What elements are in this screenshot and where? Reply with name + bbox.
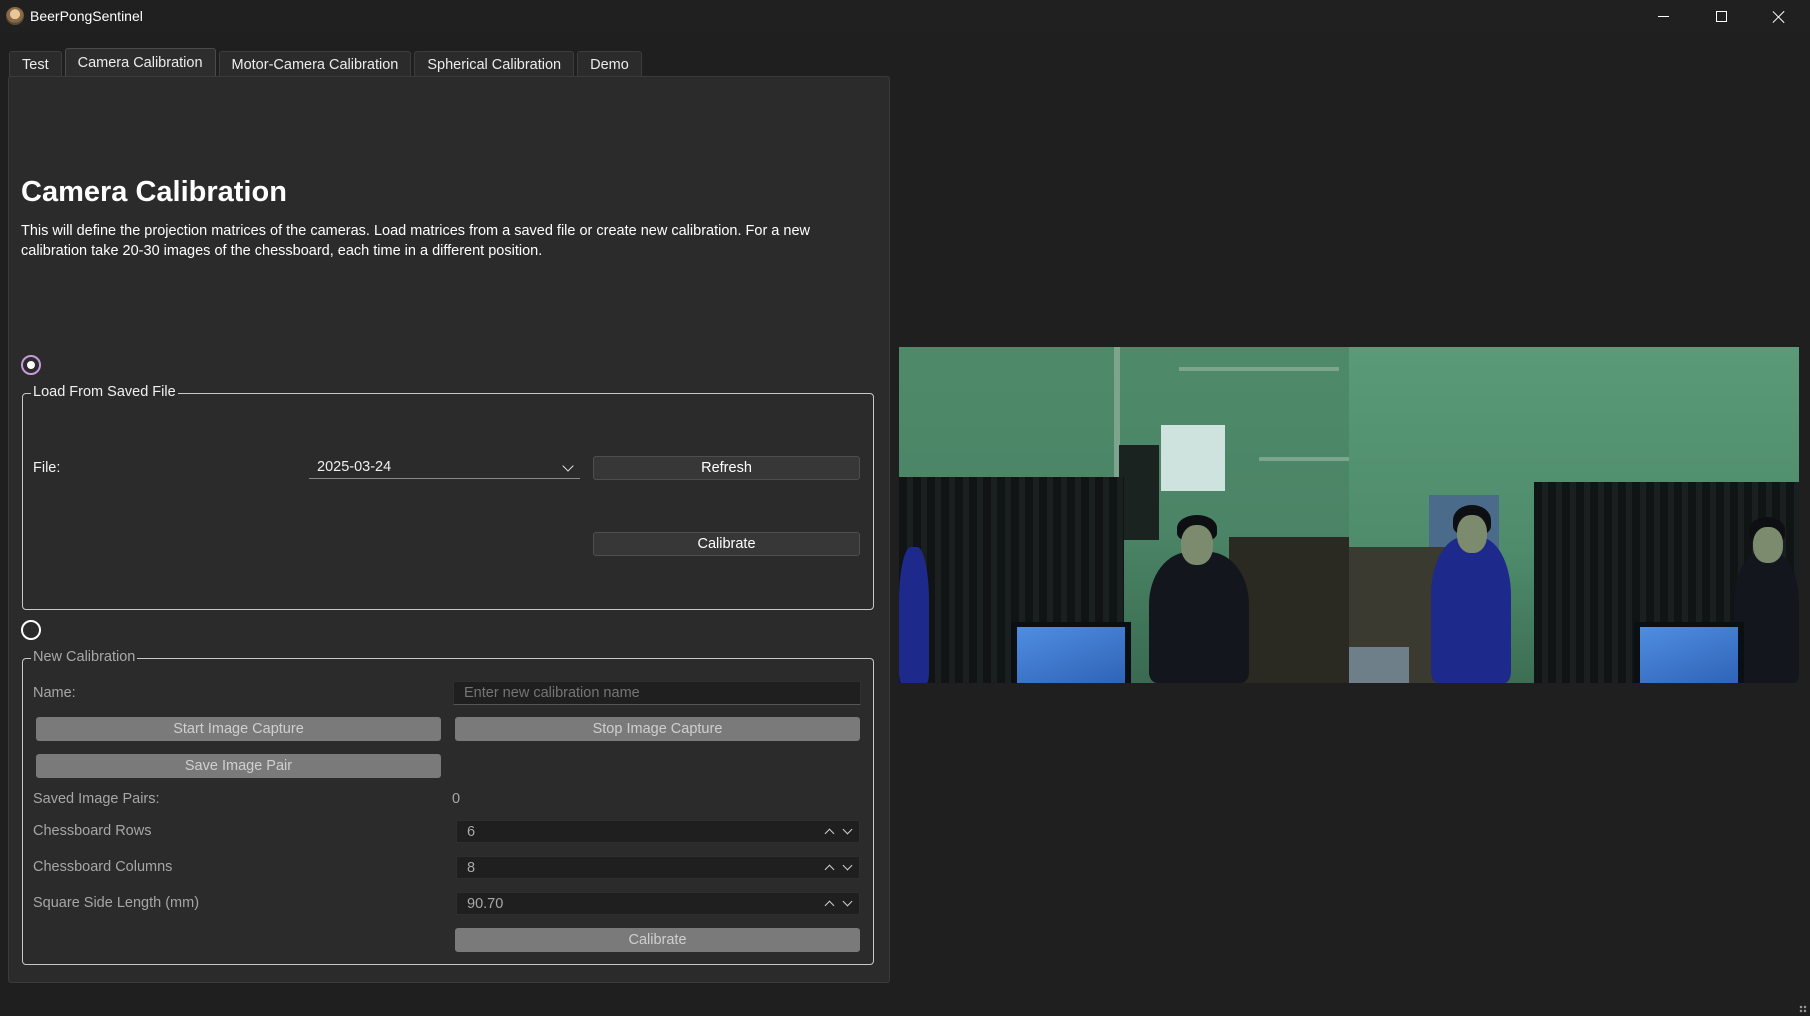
stop-image-capture-button[interactable]: Stop Image Capture xyxy=(455,717,860,741)
file-select[interactable]: 2025-03-24 xyxy=(309,457,580,479)
chevron-down-icon[interactable] xyxy=(842,896,853,907)
minimize-button[interactable] xyxy=(1634,0,1692,33)
maximize-icon xyxy=(1715,11,1727,22)
tab-camera-calibration[interactable]: Camera Calibration xyxy=(64,48,216,77)
chevron-up-icon[interactable] xyxy=(824,828,835,839)
square-side-length-value: 90.70 xyxy=(467,896,504,912)
saved-image-pairs-count: 0 xyxy=(452,791,461,807)
refresh-button[interactable]: Refresh xyxy=(593,456,860,480)
page-title: Camera Calibration xyxy=(21,176,287,208)
load-from-file-legend: Load From Saved File xyxy=(31,384,178,400)
file-label: File: xyxy=(33,460,61,476)
file-select-value: 2025-03-24 xyxy=(317,459,392,475)
page-description: This will define the projection matrices… xyxy=(21,223,810,259)
saved-image-pairs-label: Saved Image Pairs: xyxy=(33,791,160,807)
load-calibrate-button[interactable]: Calibrate xyxy=(593,532,860,556)
tab-test[interactable]: Test xyxy=(9,51,62,77)
chevron-down-icon[interactable] xyxy=(842,860,853,871)
chevron-down-icon[interactable] xyxy=(842,824,853,835)
tab-bar: Test Camera Calibration Motor-Camera Cal… xyxy=(9,48,645,77)
window-title: BeerPongSentinel xyxy=(30,8,143,24)
new-calibrate-button[interactable]: Calibrate xyxy=(455,928,860,952)
chessboard-columns-spinbox[interactable]: 8 xyxy=(456,856,860,879)
close-icon xyxy=(1772,10,1786,24)
calibration-name-input[interactable] xyxy=(453,681,861,705)
chevron-down-icon xyxy=(562,460,574,472)
maximize-button[interactable] xyxy=(1692,0,1750,33)
new-calibration-radio[interactable] xyxy=(21,620,41,640)
tab-motor-camera-calibration[interactable]: Motor-Camera Calibration xyxy=(218,51,412,77)
chessboard-columns-label: Chessboard Columns xyxy=(33,859,173,875)
square-side-length-label: Square Side Length (mm) xyxy=(33,895,200,911)
tab-spherical-calibration[interactable]: Spherical Calibration xyxy=(414,51,575,77)
resize-grip-icon[interactable] xyxy=(1799,1005,1807,1013)
right-camera-image xyxy=(1349,347,1799,683)
app-logo-icon xyxy=(6,7,24,25)
camera-preview xyxy=(899,347,1799,683)
load-from-file-radio[interactable] xyxy=(21,355,41,375)
title-bar: BeerPongSentinel xyxy=(0,0,1810,33)
square-side-length-spinbox[interactable]: 90.70 xyxy=(456,892,860,915)
chessboard-rows-value: 6 xyxy=(467,824,476,840)
name-label: Name: xyxy=(33,685,76,701)
tab-demo[interactable]: Demo xyxy=(577,51,642,77)
chessboard-rows-spinbox[interactable]: 6 xyxy=(456,820,860,843)
chessboard-rows-label: Chessboard Rows xyxy=(33,823,152,839)
load-from-file-group: Load From Saved File xyxy=(22,384,874,610)
left-camera-image xyxy=(899,347,1349,683)
minimize-icon xyxy=(1657,16,1669,17)
new-calibration-legend: New Calibration xyxy=(31,649,138,665)
chessboard-columns-value: 8 xyxy=(467,860,476,876)
save-image-pair-button[interactable]: Save Image Pair xyxy=(36,754,441,778)
chevron-up-icon[interactable] xyxy=(824,864,835,875)
close-button[interactable] xyxy=(1750,0,1808,33)
chevron-up-icon[interactable] xyxy=(824,900,835,911)
start-image-capture-button[interactable]: Start Image Capture xyxy=(36,717,441,741)
